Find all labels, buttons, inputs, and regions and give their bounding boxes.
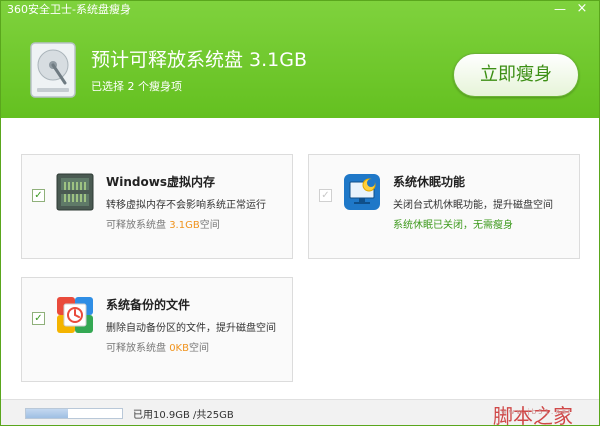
hibernate-title: 系统休眠功能 [393,175,466,189]
reclaim-value: 3.1GB [169,220,200,231]
system-backup-checkbox[interactable]: ✓ [32,312,45,325]
system-backup-title: 系统备份的文件 [106,298,191,312]
hibernate-status: 系统休眠已关闭，无需瘦身 [393,220,513,231]
hibernate-monitor-icon [344,174,380,210]
start-slim-button[interactable]: 立即瘦身 [453,53,579,97]
minimize-button[interactable]: — [549,1,571,17]
reclaim-prefix: 可释放系统盘 [106,220,170,231]
disk-usage-text: 已用10.9GB /共25GB [133,410,234,421]
virtual-memory-desc: 转移虚拟内存不会影响系统正常运行 [106,200,266,211]
card-system-backup[interactable]: ✓ 系统备份的文件 删除自动备份区的文件，提升磁盘空间 可释放系统盘 0KB空间 [21,277,293,382]
header-banner: 360安全卫士-系统盘瘦身 — × 预计可释放系统盘 3.1GB 已选择 2 个… [1,1,599,118]
reclaim-suffix: 空间 [188,343,209,354]
close-button[interactable]: × [571,1,593,17]
card-hibernate[interactable]: ✓ 系统休眠功能 关闭台式机休眠功能，提升磁盘空间 系统休眠已关闭，无需瘦身 [308,154,580,259]
backup-files-icon [57,297,93,333]
virtual-memory-reclaim: 可释放系统盘 3.1GB空间 [106,216,220,231]
reclaim-prefix: 可释放系统盘 [106,343,170,354]
system-backup-desc: 删除自动备份区的文件，提升磁盘空间 [106,323,276,334]
hibernate-desc: 关闭台式机休眠功能，提升磁盘空间 [393,200,553,211]
content-area: ✓ Windows虚拟内存 转移虚拟内存不会影响系统正常运行 可释放系统盘 3.… [1,118,599,399]
disk-usage-progress [25,408,123,419]
virtual-memory-title: Windows虚拟内存 [106,175,215,189]
selected-count-text: 已选择 2 个瘦身项 [91,80,182,93]
watermark-url: www.jb51.net [501,408,573,416]
memory-chip-icon [56,173,94,211]
app-window: 360安全卫士-系统盘瘦身 — × 预计可释放系统盘 3.1GB 已选择 2 个… [0,0,600,426]
estimated-free-headline: 预计可释放系统盘 3.1GB [91,49,308,71]
disk-usage-fill [26,409,68,418]
card-virtual-memory[interactable]: ✓ Windows虚拟内存 转移虚拟内存不会影响系统正常运行 可释放系统盘 3.… [21,154,293,259]
hard-disk-icon [30,42,76,98]
virtual-memory-checkbox[interactable]: ✓ [32,189,45,202]
hibernate-checkbox: ✓ [319,189,332,202]
reclaim-suffix: 空间 [199,220,220,231]
window-title: 360安全卫士-系统盘瘦身 [7,3,131,16]
system-backup-reclaim: 可释放系统盘 0KB空间 [106,339,209,354]
reclaim-value: 0KB [169,343,189,354]
